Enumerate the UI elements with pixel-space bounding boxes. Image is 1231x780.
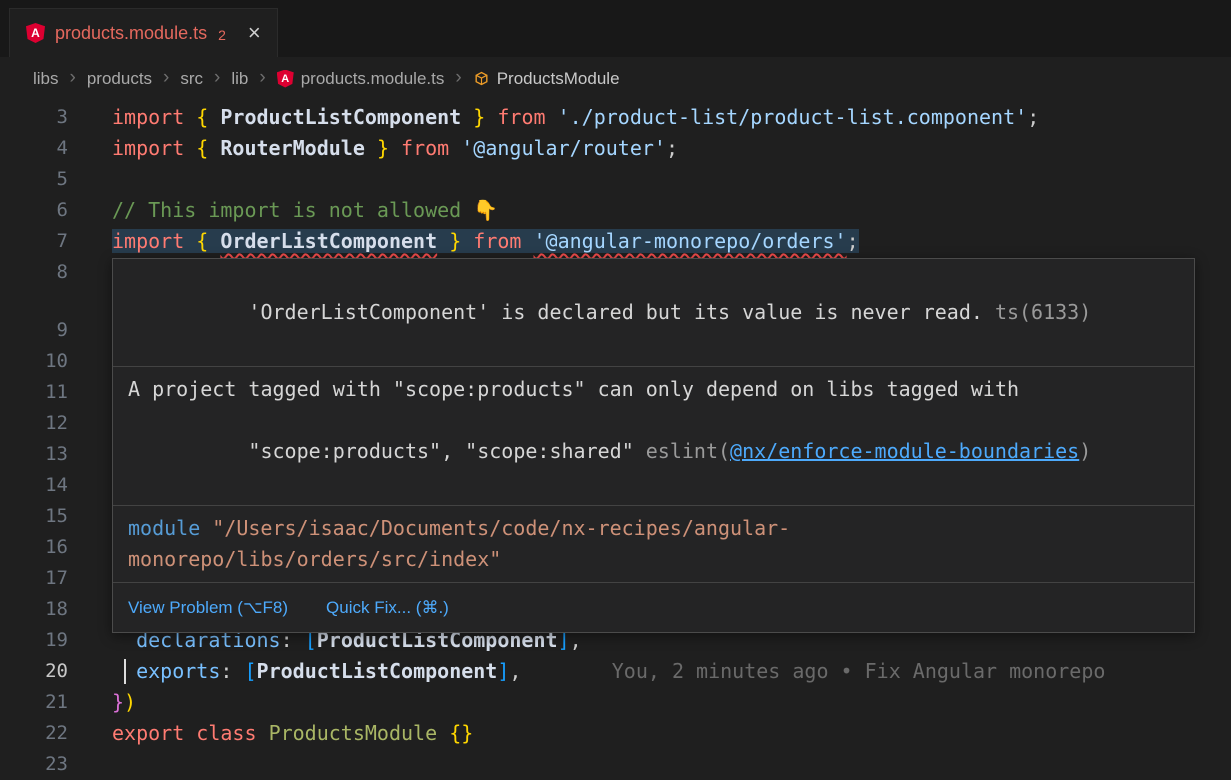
class-symbol-icon (473, 70, 490, 87)
line-number[interactable]: 13 (0, 439, 112, 470)
line-number[interactable]: 14 (0, 470, 112, 501)
line-number[interactable]: 12 (0, 408, 112, 439)
line-number[interactable]: 15 (0, 501, 112, 532)
line-number[interactable]: 6 (0, 195, 112, 226)
chevron-right-icon: › (259, 67, 265, 91)
line-number[interactable]: 16 (0, 532, 112, 563)
view-problem-action[interactable]: View Problem (⌥F8) (128, 592, 288, 623)
code-line[interactable]: 6// This import is not allowed 👇 (0, 195, 1231, 226)
hover-tooltip: 'OrderListComponent' is declared but its… (112, 258, 1195, 633)
eslint-source-suffix: ) (1079, 439, 1091, 463)
code-line[interactable]: 21}) (0, 687, 1231, 718)
code-line[interactable]: 4import { RouterModule } from '@angular/… (0, 133, 1231, 164)
line-number[interactable]: 4 (0, 133, 112, 164)
line-number[interactable]: 18 (0, 594, 112, 625)
chevron-right-icon: › (163, 67, 169, 91)
error-count-badge: 2 (218, 24, 226, 43)
chevron-right-icon: › (214, 67, 220, 91)
breadcrumb-symbol-label: ProductsModule (497, 69, 620, 89)
code-line[interactable]: 22export class ProductsModule {} (0, 718, 1231, 749)
eslint-message-line1: A project tagged with "scope:products" c… (128, 377, 1019, 401)
tab-bar: A products.module.ts 2 × (0, 0, 1231, 57)
line-content: }) (112, 687, 1231, 718)
tab-title: products.module.ts (55, 23, 207, 44)
line-number[interactable]: 8 (0, 257, 112, 288)
hover-actions: View Problem (⌥F8) Quick Fix... (⌘.) (113, 583, 1194, 632)
module-keyword: module (128, 516, 200, 540)
line-number[interactable]: 9 (0, 315, 112, 346)
module-info: module "/Users/isaac/Documents/code/nx-re… (113, 506, 1194, 583)
line-content (112, 164, 1231, 195)
eslint-rule-link[interactable]: @nx/enforce-module-boundaries (730, 439, 1079, 463)
line-content (112, 749, 1231, 780)
eslint-source-prefix: eslint( (646, 439, 730, 463)
line-number[interactable]: 17 (0, 563, 112, 594)
diagnostic-ts: 'OrderListComponent' is declared but its… (113, 259, 1194, 367)
module-path-line1: "/Users/isaac/Documents/code/nx-recipes/… (212, 516, 790, 540)
quick-fix-action[interactable]: Quick Fix... (⌘.) (326, 592, 449, 623)
line-number[interactable]: 21 (0, 687, 112, 718)
code-line[interactable]: 7import { OrderListComponent } from '@an… (0, 226, 1231, 257)
text-cursor (124, 659, 126, 684)
chevron-right-icon: › (455, 67, 461, 91)
line-number[interactable]: 5 (0, 164, 112, 195)
vscode-window: A products.module.ts 2 × libs › products… (0, 0, 1231, 780)
editor-tab[interactable]: A products.module.ts 2 × (9, 8, 278, 57)
angular-icon: A (26, 23, 45, 43)
line-number[interactable]: 7 (0, 226, 112, 257)
diagnostic-source: ts(6133) (995, 300, 1091, 324)
eslint-message-line2: "scope:products", "scope:shared" (248, 439, 633, 463)
breadcrumb-item-src[interactable]: src (180, 69, 203, 89)
line-number[interactable]: 19 (0, 625, 112, 656)
breadcrumb-item-libs[interactable]: libs (33, 69, 59, 89)
editor[interactable]: 3import { ProductListComponent } from '.… (0, 100, 1231, 780)
line-content: exports: [ProductListComponent],You, 2 m… (112, 656, 1231, 687)
git-blame-annotation: You, 2 minutes ago • Fix Angular monorep… (612, 659, 1106, 683)
line-number[interactable]: 10 (0, 346, 112, 377)
chevron-right-icon: › (70, 67, 76, 91)
close-icon[interactable]: × (248, 22, 261, 44)
line-number[interactable]: 20 (0, 656, 112, 687)
line-number[interactable]: 3 (0, 102, 112, 133)
breadcrumb-item-products[interactable]: products (87, 69, 152, 89)
diagnostic-eslint: A project tagged with "scope:products" c… (113, 367, 1194, 506)
angular-icon: A (277, 70, 294, 88)
breadcrumb-item-file[interactable]: A products.module.ts (277, 69, 445, 89)
line-number[interactable]: 22 (0, 718, 112, 749)
module-path-line2: monorepo/libs/orders/src/index" (128, 547, 501, 571)
line-content: export class ProductsModule {} (112, 718, 1231, 749)
line-content: import { ProductListComponent } from './… (112, 102, 1231, 133)
code-line[interactable]: 3import { ProductListComponent } from '.… (0, 102, 1231, 133)
line-content: import { RouterModule } from '@angular/r… (112, 133, 1231, 164)
breadcrumb-file-label: products.module.ts (301, 69, 445, 89)
breadcrumb: libs › products › src › lib › A products… (0, 57, 1231, 100)
diagnostic-message: 'OrderListComponent' is declared but its… (248, 300, 983, 324)
line-number[interactable]: 11 (0, 377, 112, 408)
line-content: // This import is not allowed 👇 (112, 195, 1231, 226)
line-content: import { OrderListComponent } from '@ang… (112, 226, 1231, 257)
breadcrumb-item-lib[interactable]: lib (231, 69, 248, 89)
code-line[interactable]: 20 exports: [ProductListComponent],You, … (0, 656, 1231, 687)
code-line[interactable]: 5 (0, 164, 1231, 195)
breadcrumb-item-symbol[interactable]: ProductsModule (473, 69, 620, 89)
range-highlight: import { OrderListComponent } from '@ang… (112, 229, 859, 253)
line-number[interactable]: 23 (0, 749, 112, 780)
code-line[interactable]: 23 (0, 749, 1231, 780)
